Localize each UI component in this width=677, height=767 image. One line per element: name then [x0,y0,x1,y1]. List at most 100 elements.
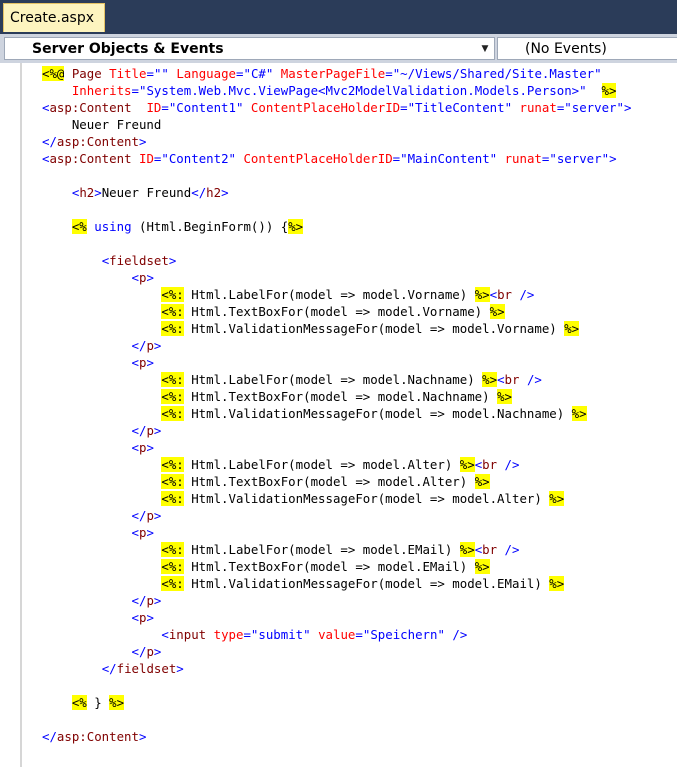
code-token: </ [131,338,147,353]
code-editor[interactable]: <%@ Page Title="" Language="C#" MasterPa… [0,63,677,767]
code-token: < [131,355,139,370]
code-token: asp:Content [49,100,132,115]
code-token: Html.ValidationMessageFor(model => model… [183,576,550,591]
tab-create-aspx[interactable]: Create.aspx [3,3,106,32]
code-token: < [131,610,139,625]
editor-gutter [0,63,22,767]
code-token: type [213,627,244,642]
server-objects-dropdown[interactable]: Server Objects & Events ▼ [4,37,495,60]
code-token: /> [519,287,535,302]
code-token: p [146,508,154,523]
code-line: <%: Html.TextBoxFor(model => model.EMail… [42,558,631,575]
code-token: > [138,134,147,149]
code-text[interactable]: <%@ Page Title="" Language="C#" MasterPa… [42,65,631,745]
code-token: Neuer Freund [101,185,192,200]
code-line: <%: Html.ValidationMessageFor(model => m… [42,490,631,507]
code-token: < [489,287,498,302]
code-token: %> [549,576,565,591]
code-token: = [385,66,393,81]
code-token: = [146,66,154,81]
code-token: Inherits [71,83,132,98]
code-line: Inherits="System.Web.Mvc.ViewPage<Mvc2Mo… [42,82,631,99]
code-token: Title [109,66,147,81]
code-token: Html.LabelFor(model => model.Vorname) [183,287,475,302]
code-token: %> [571,406,587,421]
code-line: <fieldset> [42,252,631,269]
code-line: </p> [42,507,631,524]
code-line: <%: Html.LabelFor(model => model.Vorname… [42,286,631,303]
code-line: <p> [42,269,631,286]
code-token: </ [191,185,207,200]
code-token: <% [71,695,87,710]
code-token: <% [71,219,87,234]
code-token: < [131,440,139,455]
code-token: "~/Views/Shared/Site.Master" [392,66,602,81]
code-line: <%: Html.LabelFor(model => model.Nachnam… [42,371,631,388]
code-token: Html.TextBoxFor(model => model.Alter) [183,474,475,489]
code-token: value [318,627,356,642]
server-objects-dropdown-label: Server Objects & Events [32,40,224,57]
code-token: ID [139,151,154,166]
code-token: <%: [161,457,184,472]
code-token: ID [146,100,162,115]
code-token: Html.ValidationMessageFor(model => model… [183,491,550,506]
code-token: %> [474,287,490,302]
code-line: </fieldset> [42,660,631,677]
code-token: > [146,525,154,540]
code-line: Neuer Freund [42,116,631,133]
code-token: > [623,100,632,115]
code-line: </asp:Content> [42,133,631,150]
code-line: <%@ Page Title="" Language="C#" MasterPa… [42,65,631,82]
code-token: "MainContent" [400,151,498,166]
code-token: > [153,593,162,608]
code-token: using [94,219,132,234]
code-token: p [146,644,154,659]
code-line: </p> [42,337,631,354]
code-token: Html.TextBoxFor(model => model.EMail) [183,559,475,574]
code-token: %> [601,83,617,98]
code-token: > [153,423,162,438]
code-token: %> [474,559,490,574]
code-token: </ [42,134,57,149]
code-token: <%: [161,304,184,319]
code-token: ContentPlaceHolderID [243,151,393,166]
chevron-down-icon[interactable]: ▼ [476,44,494,54]
code-token: </ [131,508,147,523]
code-line: </p> [42,643,631,660]
code-token: > [168,253,177,268]
document-tab-strip: Create.aspx [0,0,677,34]
code-line: <input type="submit" value="Speichern" /… [42,626,631,643]
events-dropdown[interactable]: (No Events) [497,37,677,60]
code-token: "server" [564,100,624,115]
code-line: </p> [42,422,631,439]
code-line: <asp:Content ID="Content2" ContentPlaceH… [42,150,631,167]
code-line: </p> [42,592,631,609]
code-token: %> [474,474,490,489]
code-token: Html.ValidationMessageFor(model => model… [183,406,572,421]
code-line: <% using (Html.BeginForm()) {%> [42,218,631,235]
code-line: <%: Html.ValidationMessageFor(model => m… [42,575,631,592]
code-token: %> [459,542,475,557]
code-token: > [221,185,229,200]
code-token: <%: [161,287,184,302]
code-token: %> [564,321,580,336]
code-token: fieldset [116,661,177,676]
